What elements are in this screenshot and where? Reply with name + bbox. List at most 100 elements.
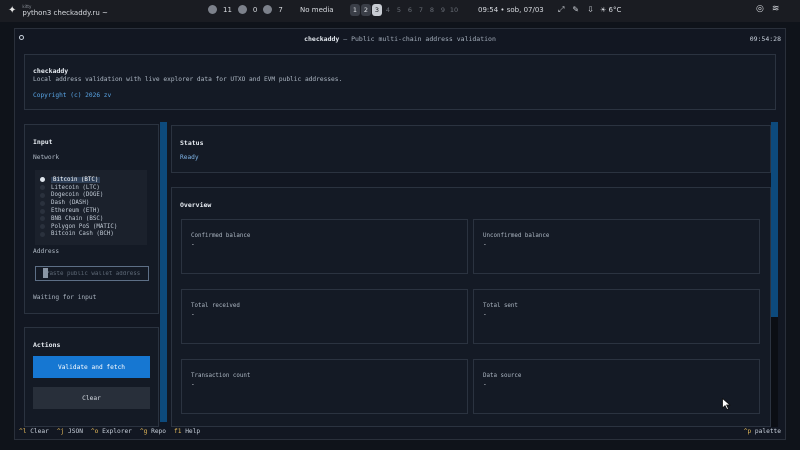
media-status[interactable]: No media [300,6,334,14]
radio-icon [40,231,45,237]
right-scrollbar[interactable] [771,122,778,427]
card-total-sent: Total sent - [473,289,760,344]
workspace-4[interactable]: 4 [383,4,393,16]
network-option-doge[interactable]: Dogecoin (DOGE) [35,192,147,200]
network-option-btc[interactable]: Bitcoin (BTC) [35,176,147,184]
overview-title: Overview [180,201,212,209]
card-value: - [191,381,195,388]
system-top-bar: ✦ kitty python3 checkaddy.ru ~ 11 0 7 No… [0,0,800,22]
workspace-9[interactable]: 9 [438,4,448,16]
card-value: - [191,241,195,248]
card-label: Confirmed balance [191,233,251,239]
workspace-8[interactable]: 8 [427,4,437,16]
weather-temperature[interactable]: ☀ 6°C [600,6,621,14]
download-icon[interactable]: ⇩ [587,5,594,15]
status-title: Status [180,139,204,147]
shortcut-repo[interactable]: ^g Repo [140,428,166,435]
shortcut-json[interactable]: ^j JSON [57,428,83,435]
radio-icon [40,224,45,230]
address-input[interactable] [35,266,149,281]
workspace-10[interactable]: 10 [449,4,459,16]
card-total-received: Total received - [181,289,468,344]
shortcut-clear[interactable]: ^l Clear [19,428,49,435]
card-label: Total received [191,303,240,309]
system-tray: ◎ ≋ [756,4,779,14]
footer-keybindings: ^l Clear ^j JSON ^o Explorer ^g Repo f1 … [15,425,785,439]
card-value: - [483,381,487,388]
workspace-7[interactable]: 7 [416,4,426,16]
card-transaction-count: Transaction count - [181,359,468,414]
checkaddy-window: checkaddy — Public multi-chain address v… [14,28,786,440]
network-option-bch[interactable]: Bitcoin Cash (BCH) [35,231,147,239]
radio-icon [40,216,45,222]
radio-icon [40,200,45,206]
clear-button[interactable]: Clear [33,387,150,409]
card-unconfirmed-balance: Unconfirmed balance - [473,219,760,274]
system-stats: 11 0 7 [208,5,283,14]
window-clock: 09:54:28 [749,35,781,43]
status-value: Ready [180,154,199,161]
workspace-5[interactable]: 5 [394,4,404,16]
overview-panel: Overview Confirmed balance - Unconfirmed… [171,187,771,427]
clock[interactable]: 09:54 • sob, 07/03 [478,6,544,14]
mouse-pointer-icon [722,398,731,410]
color-picker-icon[interactable]: ✎ [572,5,579,15]
network-radio-list: Bitcoin (BTC) Litecoin (LTC) Dogecoin (D… [35,170,147,245]
card-confirmed-balance: Confirmed balance - [181,219,468,274]
workspace-2[interactable]: 2 [361,4,371,16]
left-scrollbar-thumb[interactable] [160,122,167,422]
card-value: - [483,311,487,318]
header-panel: checkaddy Local address validation with … [24,54,776,110]
disk-icon [263,5,273,14]
validate-button[interactable]: Validate and fetch [33,356,150,378]
shortcut-help[interactable]: f1 Help [174,428,200,435]
workspace-6[interactable]: 6 [405,4,415,16]
quick-toggles: ⤢ ✎ ⇩ [558,5,594,15]
network-option-matic[interactable]: Polygon PoS (MATIC) [35,223,147,231]
wifi-icon[interactable]: ≋ [772,4,780,14]
radio-icon [40,185,45,191]
command-palette-shortcut[interactable]: ^p palette [744,428,781,435]
card-value: - [483,241,487,248]
memory-icon [237,5,247,14]
card-label: Total sent [483,303,518,309]
network-option-dash[interactable]: Dash (DASH) [35,199,147,207]
app-title-row: checkaddy — Public multi-chain address v… [15,29,785,49]
status-panel: Status Ready [171,125,771,173]
network-label: Network [33,154,60,161]
workspace-1[interactable]: 1 [350,4,360,16]
launcher-sparkle-icon[interactable]: ✦ [8,5,16,16]
cpu-icon [208,5,217,14]
card-label: Transaction count [191,373,251,379]
workspace-3[interactable]: 3 [372,4,382,16]
shortcut-explorer[interactable]: ^o Explorer [91,428,132,435]
right-scrollbar-thumb[interactable] [771,122,778,317]
focused-window-title: kitty python3 checkaddy.ru ~ [22,4,108,17]
window-title: checkaddy — Public multi-chain address v… [304,35,496,43]
network-option-bsc[interactable]: BNB Chain (BSC) [35,215,147,223]
workspace-switcher: 1 2 3 4 5 6 7 8 9 10 [350,4,459,16]
radio-icon [40,208,45,214]
left-scrollbar[interactable] [160,122,167,427]
address-label: Address [33,248,60,255]
app-name: checkaddy [33,67,69,75]
copyright-link[interactable]: Copyright (c) 2026 zv [33,92,111,99]
radio-selected-icon [40,177,45,183]
weather-icon: ☀ [600,6,607,14]
card-value: - [191,311,195,318]
actions-panel: Actions Validate and fetch Clear [24,327,159,427]
radio-icon [40,192,45,198]
network-option-eth[interactable]: Ethereum (ETH) [35,207,147,215]
input-title: Input [33,138,53,146]
tray-app-icon[interactable]: ◎ [756,4,764,14]
card-label: Data source [483,373,522,379]
card-data-source: Data source - [473,359,760,414]
network-option-ltc[interactable]: Litecoin (LTC) [35,184,147,192]
app-description: Local address validation with live explo… [33,76,343,83]
input-panel: Input Network Bitcoin (BTC) Litecoin (LT… [24,124,159,314]
waiting-status: Waiting for input [33,294,97,301]
card-label: Unconfirmed balance [483,233,550,239]
fullscreen-icon[interactable]: ⤢ [558,5,564,15]
actions-title: Actions [33,341,61,349]
text-cursor [43,268,48,278]
